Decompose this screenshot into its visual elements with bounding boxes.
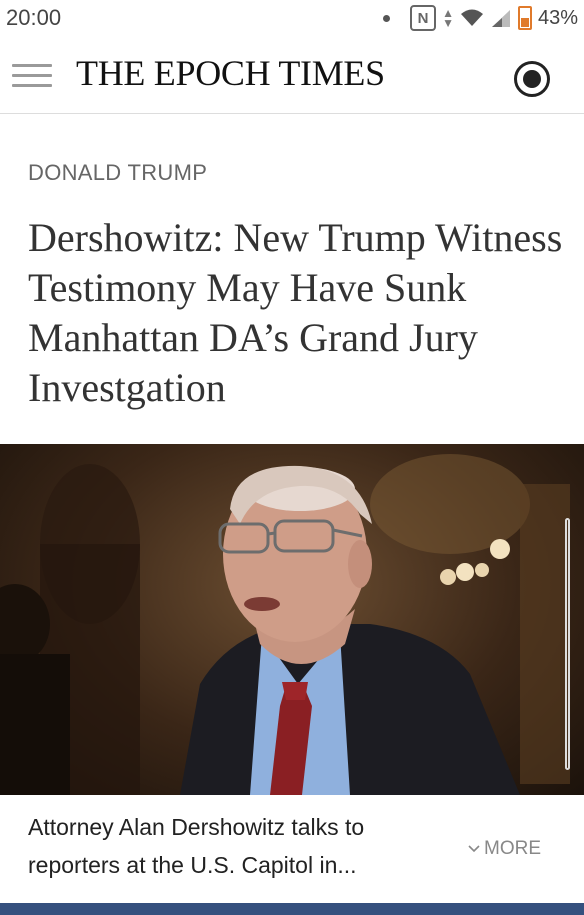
- battery-percent: 43%: [537, 6, 578, 29]
- article-category[interactable]: DONALD TRUMP: [28, 160, 207, 186]
- image-scrollbar[interactable]: [565, 518, 570, 770]
- app-header: THE EPOCH TIMES: [0, 36, 584, 114]
- status-icons: N ▲ ▼ 43%: [383, 5, 578, 31]
- nfc-icon: N: [410, 5, 437, 31]
- more-label: MORE: [484, 838, 541, 859]
- status-time: 20:00: [6, 5, 62, 30]
- hamburger-menu-icon[interactable]: [12, 64, 52, 88]
- chevron-down-icon: [468, 845, 480, 853]
- site-logo[interactable]: THE EPOCH TIMES: [76, 52, 385, 94]
- battery-icon: [517, 6, 532, 30]
- caption-more-button[interactable]: MORE: [468, 838, 541, 860]
- photo-caption: Attorney Alan Dershowitz talks to report…: [28, 814, 365, 878]
- status-bar: 20:00 N ▲ ▼ 43%: [0, 0, 584, 36]
- account-icon[interactable]: [514, 61, 550, 97]
- data-transfer-icon: ▲ ▼: [442, 6, 454, 30]
- bottom-nav-bar: [0, 903, 584, 915]
- signal-icon: [491, 10, 510, 27]
- article-headline: Dershowitz: New Trump Witness Testimony …: [28, 215, 563, 410]
- wifi-icon: [460, 9, 483, 26]
- notification-dot-icon: [383, 14, 391, 22]
- article-photo: [0, 444, 584, 795]
